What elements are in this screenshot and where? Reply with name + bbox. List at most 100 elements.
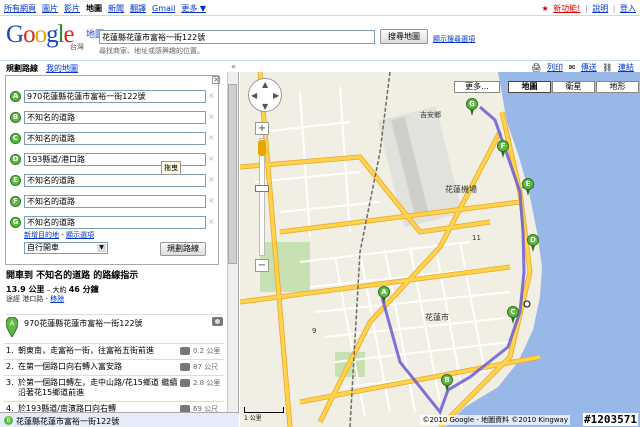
print-icon: 🖨 xyxy=(531,63,542,72)
camera-icon[interactable] xyxy=(180,347,190,355)
nav-item-5[interactable]: 翻譯 xyxy=(130,4,146,13)
pan-left-icon[interactable]: ◀ xyxy=(251,91,257,100)
map-label-city: 花蓮市 xyxy=(425,313,449,322)
pegman-icon[interactable] xyxy=(258,140,266,156)
show-options-link[interactable]: 顯示選項 xyxy=(66,231,94,239)
toolbar: 規劃路線 我的地圖 🖨 列印 ✉ 傳送 ⛓ 連結 xyxy=(0,60,640,73)
nav-item-7[interactable]: 更多 ▼ xyxy=(181,4,206,13)
separator: | xyxy=(612,4,616,13)
map-label-district: 吉安鄉 xyxy=(420,111,441,119)
more-layers-button[interactable]: 更多... xyxy=(454,81,500,93)
remove-waypoint-icon[interactable]: × xyxy=(208,175,215,184)
pan-up-icon[interactable]: ▲ xyxy=(262,80,268,89)
zoom-slider-thumb[interactable] xyxy=(255,185,269,192)
print-link[interactable]: 列印 xyxy=(547,63,563,72)
via-text: 途經 港口路 - xyxy=(6,295,48,303)
remove-waypoint-icon[interactable]: × xyxy=(208,217,215,226)
nav-item-4[interactable]: 新聞 xyxy=(108,4,124,13)
remove-waypoint-icon[interactable]: × xyxy=(208,91,215,100)
camera-icon[interactable] xyxy=(180,363,190,371)
waypoint-input[interactable]: 不知名的道路 xyxy=(24,111,206,124)
start-location-row[interactable]: A 970花蓮縣花蓮市富裕一街122號 xyxy=(6,314,223,338)
waypoint-input[interactable]: 不知名的道路 xyxy=(24,174,206,187)
marker-tail xyxy=(445,385,449,392)
map-marker-d[interactable]: D xyxy=(527,234,539,252)
marker-a-icon[interactable]: A xyxy=(10,91,21,102)
step-number: 3. xyxy=(6,378,14,387)
remove-waypoint-icon[interactable]: × xyxy=(208,154,215,163)
add-destination-link[interactable]: 新增目的地 xyxy=(24,231,59,239)
remove-via-link[interactable]: 移除 xyxy=(50,295,64,303)
panel-bottom-bar[interactable]: B 花蓮縣花蓮市富裕一街122號 xyxy=(0,412,239,427)
map-view[interactable]: 花蓮機場 花蓮市 吉安鄉 193 9 11 A B C D E F G ▲ ▼ … xyxy=(240,72,640,427)
waypoint-input[interactable]: 970花蓮縣花蓮市富裕一街122號 xyxy=(24,90,206,103)
map-marker-g[interactable]: G xyxy=(466,98,478,116)
direction-step[interactable]: 3. 於第一個路口轉左，走中山路/花15鄉道 繼續沿著花15鄉道前進 2.8 公里 xyxy=(4,375,224,399)
zoom-out-button[interactable]: − xyxy=(255,259,269,272)
search-options-link[interactable]: 顯示搜尋選項 xyxy=(433,34,475,44)
remove-waypoint-icon[interactable]: × xyxy=(208,196,215,205)
pan-down-icon[interactable]: ▼ xyxy=(262,102,268,111)
send-link[interactable]: 傳送 xyxy=(581,63,597,72)
search-input[interactable]: 花蓮縣花蓮市富裕一街122號 xyxy=(99,30,375,44)
map-marker-e[interactable]: E xyxy=(522,178,534,196)
camera-icon[interactable] xyxy=(180,379,190,387)
link-link[interactable]: 連結 xyxy=(618,63,634,72)
route-waypoint-dot xyxy=(523,300,531,308)
nav-item-3[interactable]: 地圖 xyxy=(86,4,102,13)
marker-tail xyxy=(526,189,530,196)
close-form-button[interactable]: × xyxy=(212,76,220,84)
map-type-0-button[interactable]: 地圖 xyxy=(508,81,551,93)
marker-d-icon[interactable]: D xyxy=(10,154,21,165)
marker-g-icon[interactable]: G xyxy=(10,217,21,228)
camera-icon[interactable] xyxy=(212,317,223,326)
marker-a-icon: A xyxy=(6,317,18,337)
map-type-1-button[interactable]: 衛星 xyxy=(552,81,595,93)
panel-scrollbar-thumb[interactable] xyxy=(228,84,237,264)
bottom-bar-label: 花蓮縣花蓮市富裕一街122號 xyxy=(16,417,120,426)
map-type-2-button[interactable]: 地形 xyxy=(596,81,639,93)
direction-step[interactable]: 2. 在第一個路口向右轉入富安路 87 公尺 xyxy=(4,359,224,373)
waypoint-row-b: B 不知名的道路 × xyxy=(10,111,222,125)
login-link[interactable]: 登入 xyxy=(620,4,636,13)
new-features-link[interactable]: 新功能! xyxy=(553,4,580,13)
plan-route-button[interactable]: 規劃路線 xyxy=(160,242,206,256)
marker-c-icon[interactable]: C xyxy=(10,133,21,144)
map-label-road-11: 11 xyxy=(472,234,481,242)
map-canvas[interactable] xyxy=(240,72,640,427)
map-marker-a[interactable]: A xyxy=(378,286,390,304)
map-marker-f[interactable]: F xyxy=(497,140,509,158)
zoom-in-button[interactable]: + xyxy=(255,122,269,135)
pan-control[interactable]: ▲ ▼ ◀ ▶ xyxy=(248,78,282,112)
marker-e-icon[interactable]: E xyxy=(10,175,21,186)
pan-right-icon[interactable]: ▶ xyxy=(273,91,279,100)
waypoint-input[interactable]: 不知名的道路 xyxy=(24,195,206,208)
remove-waypoint-icon[interactable]: × xyxy=(208,112,215,121)
search-hint: 尋找商家、地址或感興趣的位置。 xyxy=(99,47,204,55)
marker-f-icon[interactable]: F xyxy=(10,196,21,207)
google-logo[interactable]: Google xyxy=(6,22,75,48)
map-marker-c[interactable]: C xyxy=(507,306,519,324)
marker-tail xyxy=(511,317,515,324)
marker-b-icon[interactable]: B xyxy=(10,112,21,123)
direction-step[interactable]: 1. 朝東南，走富裕一街，往富裕五街前進 0.2 公里 xyxy=(4,343,224,357)
travel-mode-select[interactable]: 自行開車 ▼ xyxy=(24,242,108,254)
search-maps-button[interactable]: 搜尋地圖 xyxy=(380,29,428,44)
map-marker-b[interactable]: B xyxy=(441,374,453,392)
waypoint-input[interactable]: 不知名的道路 xyxy=(24,216,206,229)
image-id-label: #1203571 xyxy=(583,413,638,426)
nav-item-2[interactable]: 影片 xyxy=(64,4,80,13)
collapse-panel-button[interactable]: « xyxy=(231,62,236,71)
remove-waypoint-icon[interactable]: × xyxy=(208,133,215,142)
chevron-down-icon: ▼ xyxy=(97,244,106,252)
nav-item-6[interactable]: Gmail xyxy=(152,4,175,13)
waypoint-input[interactable]: 不知名的道路 xyxy=(24,132,206,145)
waypoint-row-f: F 不知名的道路 × xyxy=(10,195,222,209)
star-icon: ★ xyxy=(541,4,549,13)
step-distance: 0.2 公里 xyxy=(193,347,221,355)
waypoint-row-a: A 970花蓮縣花蓮市富裕一街122號 × xyxy=(10,90,222,104)
help-link[interactable]: 說明 xyxy=(592,4,608,13)
scale-bar: 1 公里 xyxy=(244,407,288,422)
nav-item-1[interactable]: 圖片 xyxy=(42,4,58,13)
nav-item-0[interactable]: 所有網頁 xyxy=(4,4,36,13)
